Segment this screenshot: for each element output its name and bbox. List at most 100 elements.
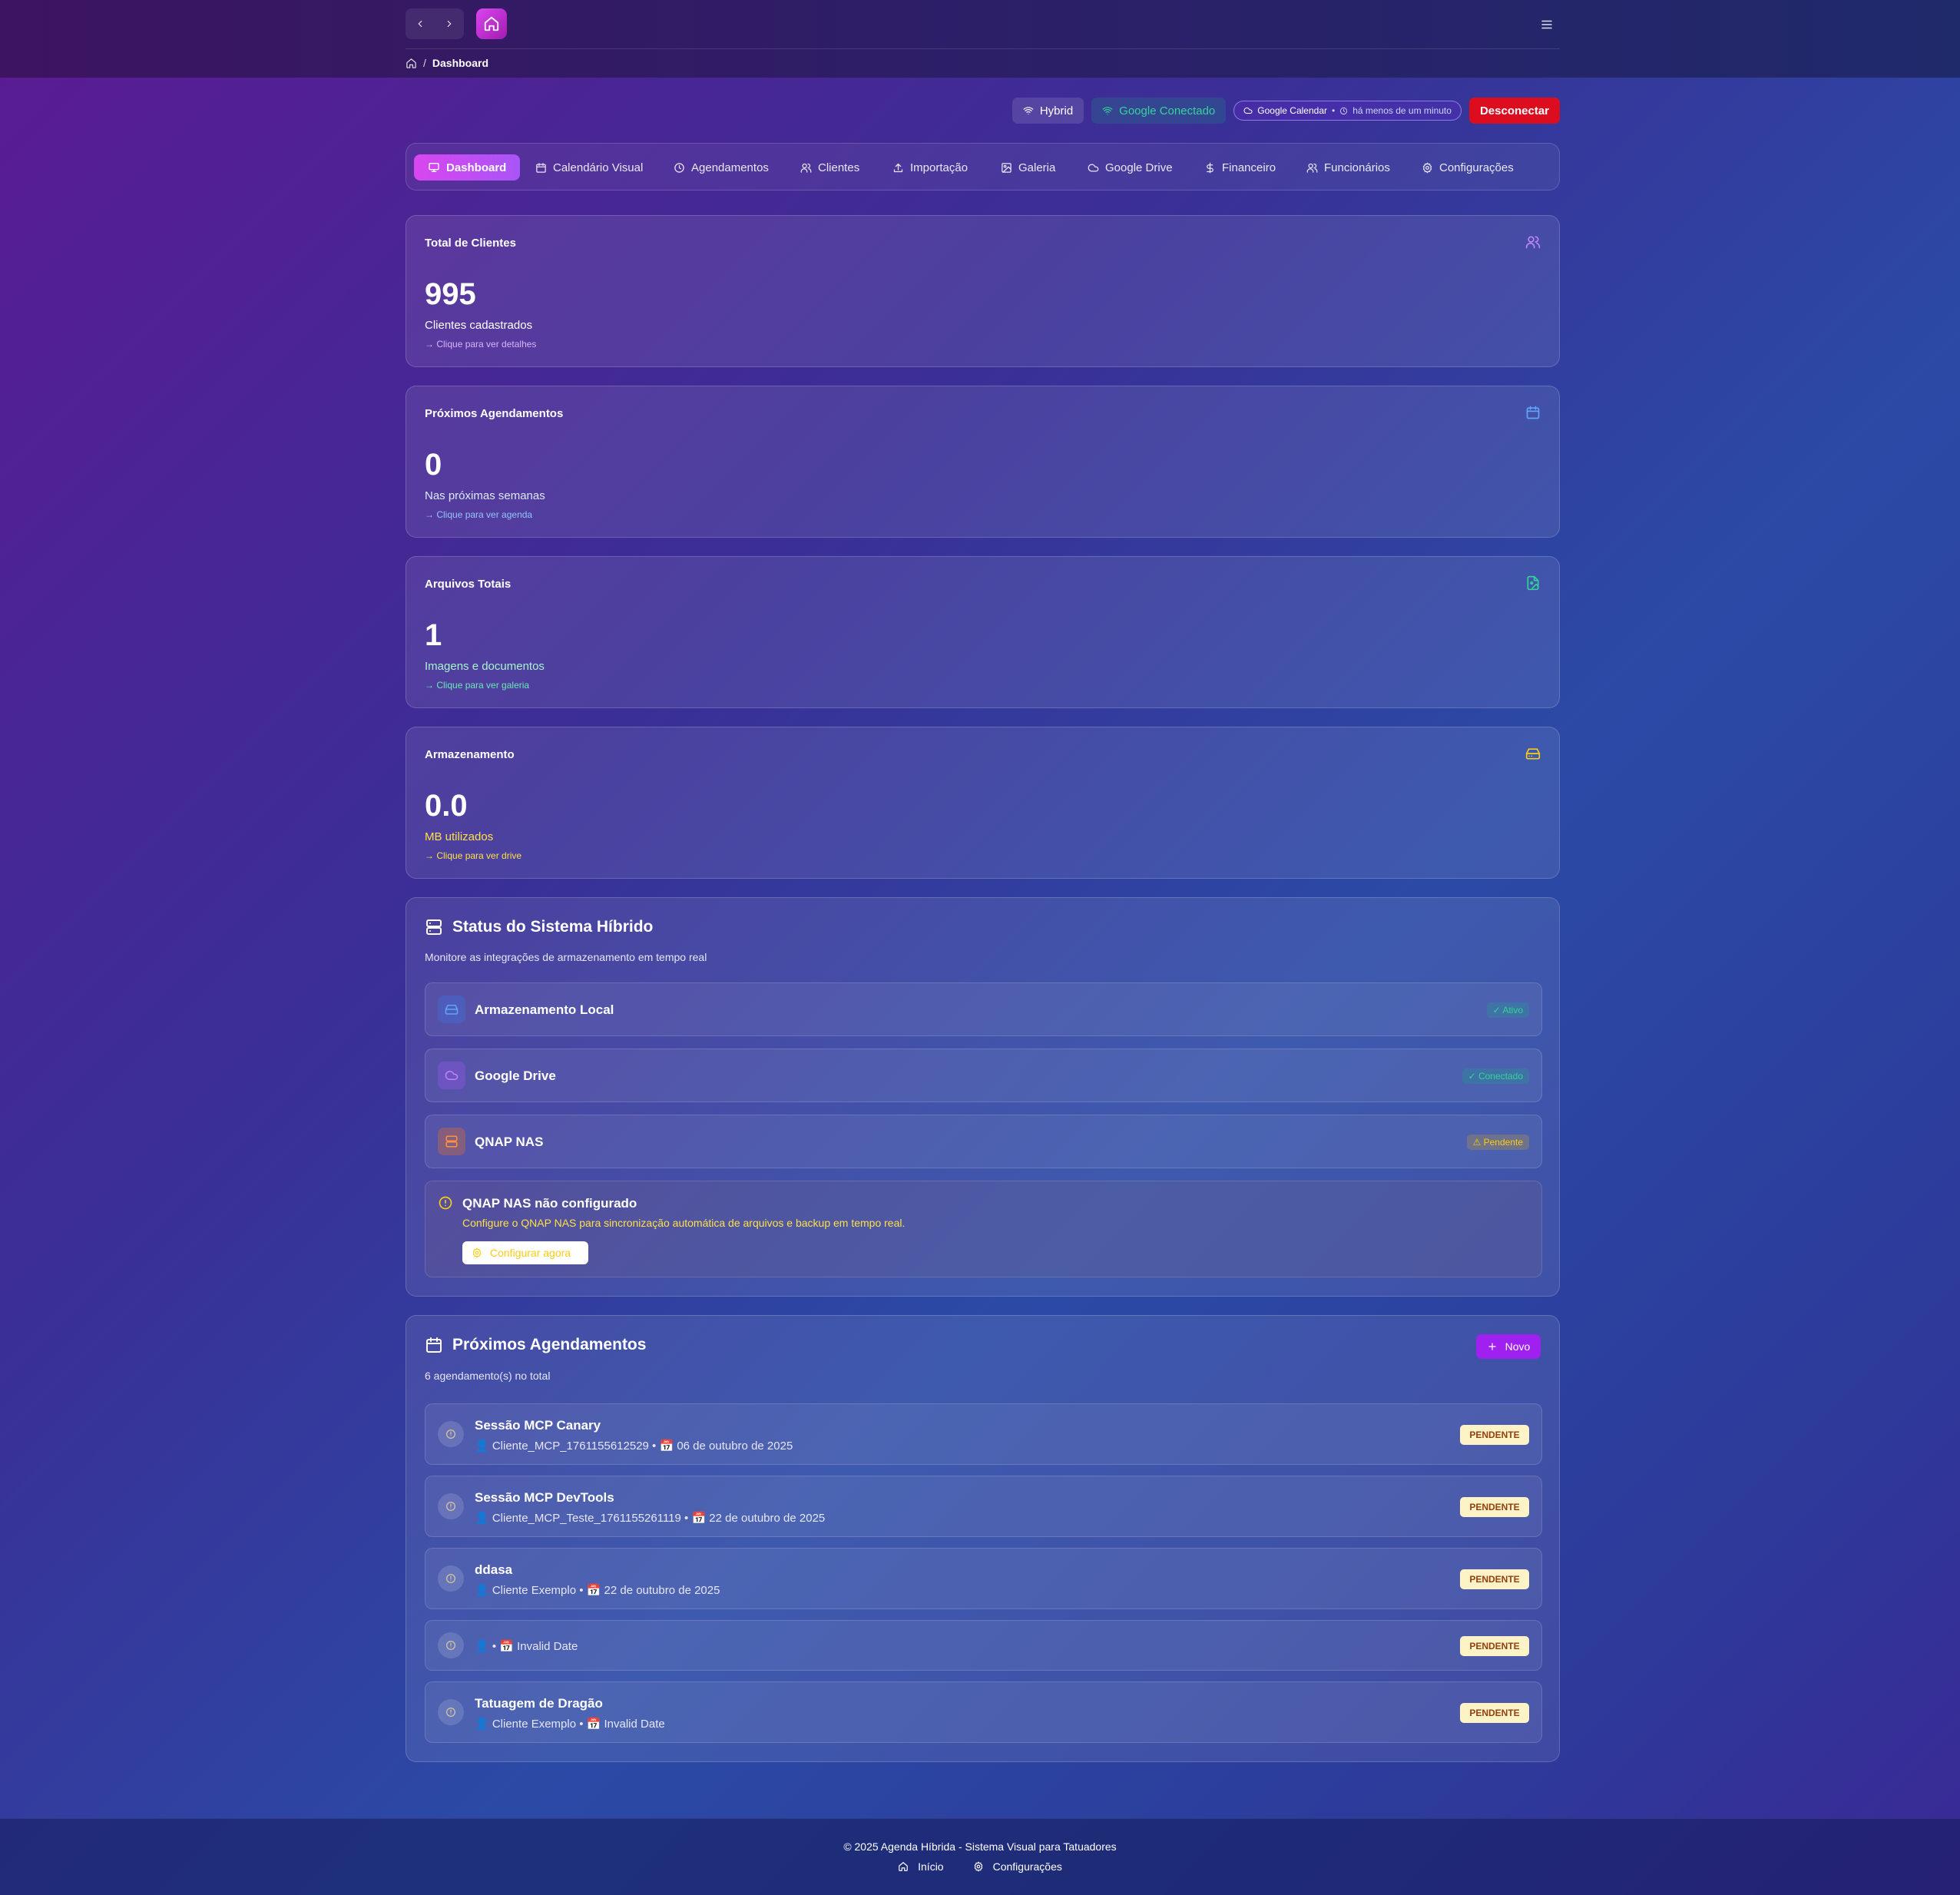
calendar-icon <box>1526 406 1540 419</box>
integration-row-qnap[interactable]: QNAP NAS ⚠ Pendente <box>425 1115 1542 1168</box>
server-icon <box>426 919 442 935</box>
server-icon <box>445 1135 458 1148</box>
tab-bar: Dashboard Calendário Visual Agendamentos… <box>406 143 1560 190</box>
appointment-meta: 👤 Cliente_MCP_Teste_1761155261119 • 📅 22… <box>475 1512 826 1525</box>
footer-link-configuracoes[interactable]: Configurações <box>973 1860 1062 1873</box>
status-badge: PENDENTE <box>1460 1497 1529 1517</box>
tab-dashboard[interactable]: Dashboard <box>414 154 521 181</box>
status-badge: PENDENTE <box>1460 1569 1529 1589</box>
tab-google-drive[interactable]: Google Drive <box>1088 154 1173 181</box>
appointment-row[interactable]: Sessão MCP DevTools 👤 Cliente_MCP_Teste_… <box>425 1476 1542 1537</box>
section-header: Status do Sistema Híbrido <box>425 918 653 936</box>
configure-now-button[interactable]: Configurar agora <box>462 1241 588 1264</box>
alert-circle-icon <box>446 1641 455 1650</box>
tab-agendamentos[interactable]: Agendamentos <box>674 154 769 181</box>
home-icon <box>899 1862 908 1871</box>
appointment-meta: 👤 Cliente Exemplo • 📅 22 de outubro de 2… <box>475 1584 720 1597</box>
qnap-warning: QNAP NAS não configurado Configure o QNA… <box>425 1181 1542 1277</box>
stat-card-arquivos-totais[interactable]: Arquivos Totais 1 Imagens e documentos →… <box>406 556 1560 708</box>
users-icon <box>1306 163 1318 173</box>
appointment-title: Sessão MCP Canary <box>475 1418 601 1433</box>
stat-link[interactable]: → Clique para ver galeria <box>425 680 529 691</box>
stat-value: 0 <box>425 448 442 482</box>
alert-circle-icon <box>446 1502 455 1511</box>
home-icon[interactable] <box>406 58 417 69</box>
stat-link-text: Clique para ver drive <box>436 850 522 861</box>
appointments-card: Próximos Agendamentos Novo 6 agendamento… <box>406 1315 1560 1762</box>
stat-subtitle: Nas próximas semanas <box>425 489 545 502</box>
disconnect-label: Desconectar <box>1479 104 1549 118</box>
tab-label: Configurações <box>1439 161 1514 174</box>
tab-clientes[interactable]: Clientes <box>800 154 859 181</box>
stat-value: 1 <box>425 618 442 652</box>
alert-circle-icon <box>446 1574 455 1583</box>
file-image-icon <box>1527 575 1539 591</box>
tab-funcionarios[interactable]: Funcionários <box>1306 154 1390 181</box>
integration-row-local[interactable]: Armazenamento Local ✓ Ativo <box>425 982 1542 1036</box>
menu-button[interactable] <box>1538 15 1556 34</box>
appointment-row[interactable]: Sessão MCP Canary 👤 Cliente_MCP_17611556… <box>425 1403 1542 1465</box>
users-icon <box>1525 236 1541 249</box>
pending-icon <box>438 1421 464 1447</box>
dollar-icon <box>1207 162 1213 173</box>
stat-subtitle: Clientes cadastrados <box>425 319 533 332</box>
tab-financeiro[interactable]: Financeiro <box>1204 154 1276 181</box>
hard-drive-icon <box>1525 748 1541 760</box>
home-button[interactable] <box>476 8 507 39</box>
tab-importacao[interactable]: Importação <box>892 154 968 181</box>
appointment-row[interactable]: Tatuagem de Dragão 👤 Cliente Exemplo • 📅… <box>425 1681 1542 1743</box>
stat-link-text: Clique para ver detalhes <box>436 339 537 350</box>
google-calendar-status: Google Calendar • há menos de um minuto <box>1233 101 1462 121</box>
home-icon <box>484 16 499 31</box>
hybrid-badge: Hybrid <box>1011 98 1084 124</box>
tab-label: Financeiro <box>1222 161 1276 174</box>
calendar-sync-time: há menos de um minuto <box>1352 105 1452 116</box>
hybrid-status-card: Status do Sistema Híbrido Monitore as in… <box>406 897 1560 1297</box>
breadcrumb-current: Dashboard <box>432 57 489 69</box>
integration-row-google-drive[interactable]: Google Drive ✓ Conectado <box>425 1049 1542 1102</box>
stat-link[interactable]: → Clique para ver agenda <box>425 509 532 520</box>
stat-subtitle: Imagens e documentos <box>425 660 545 673</box>
tab-label: Dashboard <box>446 161 507 174</box>
tab-calendario-visual[interactable]: Calendário Visual <box>535 154 643 181</box>
appointments-count: 6 agendamento(s) no total <box>425 1370 551 1382</box>
stat-card-proximos-agendamentos[interactable]: Próximos Agendamentos 0 Nas próximas sem… <box>406 386 1560 538</box>
clock-icon <box>1340 107 1348 114</box>
disconnect-button[interactable]: Desconectar <box>1468 98 1560 124</box>
footer-link-inicio[interactable]: Início <box>898 1860 944 1873</box>
integration-icon <box>438 1062 465 1089</box>
status-badge: ⚠ Pendente <box>1466 1135 1529 1150</box>
hamburger-icon <box>1541 20 1552 29</box>
appointment-title: Tatuagem de Dragão <box>475 1696 603 1711</box>
tab-galeria[interactable]: Galeria <box>1001 154 1055 181</box>
appointment-title: ddasa <box>475 1562 513 1577</box>
status-badge: PENDENTE <box>1460 1703 1529 1723</box>
new-appointment-label: Novo <box>1505 1340 1531 1353</box>
stat-link[interactable]: → Clique para ver detalhes <box>425 339 536 350</box>
pending-icon <box>438 1632 464 1658</box>
status-badge: ✓ Conectado <box>1462 1068 1529 1084</box>
stat-link[interactable]: → Clique para ver drive <box>425 850 521 861</box>
back-button[interactable] <box>406 8 435 39</box>
pending-icon <box>438 1493 464 1519</box>
calendar-icon <box>426 1337 442 1353</box>
tab-label: Importação <box>910 161 968 174</box>
stat-card-armazenamento[interactable]: Armazenamento 0.0 MB utilizados → Clique… <box>406 727 1560 879</box>
tab-label: Google Drive <box>1105 161 1173 174</box>
google-connected-badge: Google Conectado <box>1091 98 1227 124</box>
section-header: Próximos Agendamentos <box>425 1336 646 1354</box>
appointment-row[interactable]: ddasa 👤 Cliente Exemplo • 📅 22 de outubr… <box>425 1548 1542 1609</box>
appointment-row[interactable]: 👤 • 📅 Invalid Date PENDENTE <box>425 1620 1542 1671</box>
users-icon <box>800 163 812 173</box>
tab-configuracoes[interactable]: Configurações <box>1422 154 1514 181</box>
integration-name: QNAP NAS <box>475 1135 544 1149</box>
stat-title: Armazenamento <box>425 748 515 761</box>
status-badge: ✓ Ativo <box>1486 1002 1529 1018</box>
stat-link-text: Clique para ver galeria <box>436 680 530 691</box>
top-bar: / Dashboard <box>0 0 1960 78</box>
tab-label: Calendário Visual <box>553 161 644 174</box>
stat-card-total-clientes[interactable]: Total de Clientes 995 Clientes cadastrad… <box>406 215 1560 367</box>
plus-icon <box>1488 1343 1496 1350</box>
new-appointment-button[interactable]: Novo <box>1476 1334 1541 1359</box>
forward-button[interactable] <box>435 8 464 39</box>
